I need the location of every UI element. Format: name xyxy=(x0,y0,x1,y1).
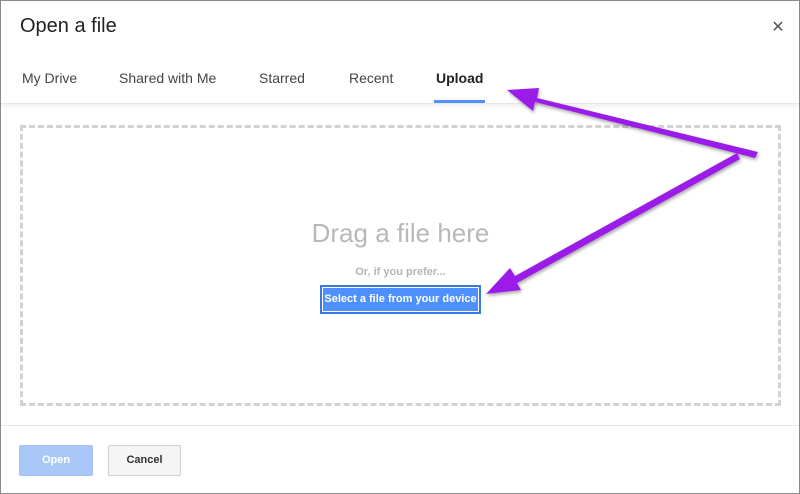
close-icon[interactable]: ✕ xyxy=(769,17,787,37)
cancel-button[interactable]: Cancel xyxy=(108,445,181,476)
tab-shared-with-me[interactable]: Shared with Me xyxy=(119,55,216,103)
open-button[interactable]: Open xyxy=(19,445,93,476)
drag-instruction: Drag a file here xyxy=(311,218,490,248)
select-file-button[interactable]: Select a file from your device xyxy=(320,285,481,314)
alternative-text: Or, if you prefer... xyxy=(355,266,446,278)
tab-bar: My Drive Shared with Me Starred Recent U… xyxy=(1,55,799,104)
footer-divider xyxy=(1,425,799,426)
upload-drop-zone[interactable]: Drag a file here Or, if you prefer... Se… xyxy=(20,125,781,406)
tab-upload[interactable]: Upload xyxy=(433,55,486,103)
tab-recent[interactable]: Recent xyxy=(349,55,393,103)
open-file-dialog: Open a file ✕ My Drive Shared with Me St… xyxy=(0,0,800,494)
dialog-title: Open a file xyxy=(20,15,117,37)
tab-starred[interactable]: Starred xyxy=(259,55,305,103)
tab-my-drive[interactable]: My Drive xyxy=(22,55,77,103)
